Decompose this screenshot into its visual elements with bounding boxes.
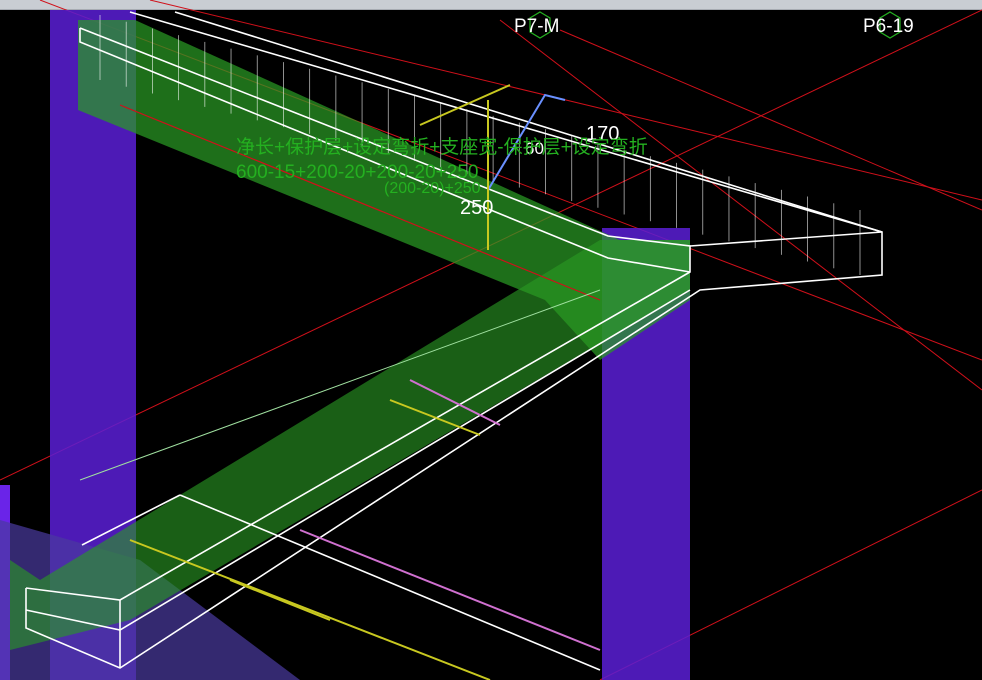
dimension-label-250: 250: [460, 197, 493, 219]
model-canvas[interactable]: P7-M P6-19 170 250 60 净长+保护层+设定弯折+支座宽-保护…: [0, 0, 982, 680]
rebar-pink: [299, 529, 601, 651]
beam-edge: [689, 231, 883, 247]
formula-line-3: (200-20)+250: [384, 180, 481, 197]
axis-marker-p7m[interactable]: P7-M: [514, 11, 559, 39]
formula-line-1: 净长+保护层+设定弯折+支座宽-保护层+设定弯折: [236, 136, 648, 158]
axis-label-p7m: P7-M: [514, 16, 559, 37]
rebar-yellow: [229, 579, 331, 621]
viewport-3d[interactable]: P7-M P6-19 170 250 60 净长+保护层+设定弯折+支座宽-保护…: [0, 0, 982, 680]
axis-label-p619: P6-19: [863, 16, 914, 37]
axis-line: [559, 29, 982, 211]
axis-marker-p619[interactable]: P6-19: [863, 11, 914, 39]
